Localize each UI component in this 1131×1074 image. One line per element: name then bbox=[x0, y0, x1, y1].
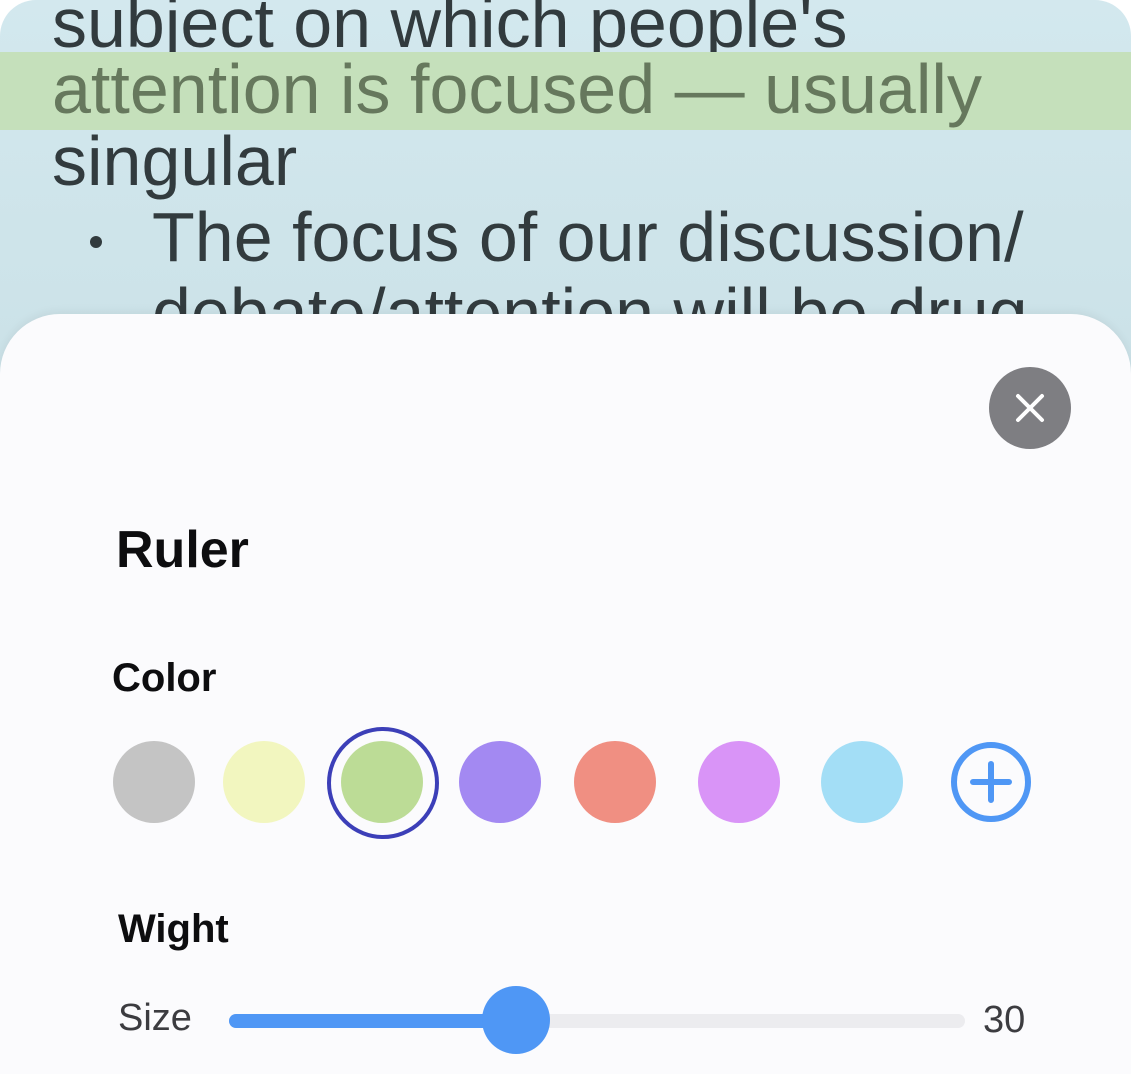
color-swatch-salmon[interactable] bbox=[574, 741, 656, 823]
color-swatch-purple[interactable] bbox=[459, 741, 541, 823]
close-button[interactable] bbox=[989, 367, 1071, 449]
size-label: Size bbox=[118, 997, 192, 1039]
color-swatch-light-yellow[interactable] bbox=[223, 741, 305, 823]
highlighted-text-line: attention is focused — usually bbox=[52, 50, 982, 128]
close-icon bbox=[1016, 394, 1044, 422]
add-color-button[interactable] bbox=[949, 740, 1033, 824]
color-swatch-light-green[interactable] bbox=[341, 741, 423, 823]
bullet-icon bbox=[90, 236, 102, 248]
color-swatch-violet[interactable] bbox=[698, 741, 780, 823]
color-swatch-gray[interactable] bbox=[113, 741, 195, 823]
document-bullet-text: The focus of our discussion/ bbox=[152, 198, 1024, 276]
weight-section-label: Wight bbox=[118, 907, 229, 951]
size-slider-fill bbox=[229, 1014, 517, 1028]
color-swatch-light-blue[interactable] bbox=[821, 741, 903, 823]
plus-circle-icon bbox=[951, 742, 1031, 822]
document-text-line: singular bbox=[52, 122, 298, 200]
size-slider-thumb[interactable] bbox=[482, 986, 551, 1054]
size-value: 30 bbox=[983, 999, 1026, 1041]
panel-title: Ruler bbox=[116, 521, 249, 579]
color-section-label: Color bbox=[112, 656, 217, 700]
